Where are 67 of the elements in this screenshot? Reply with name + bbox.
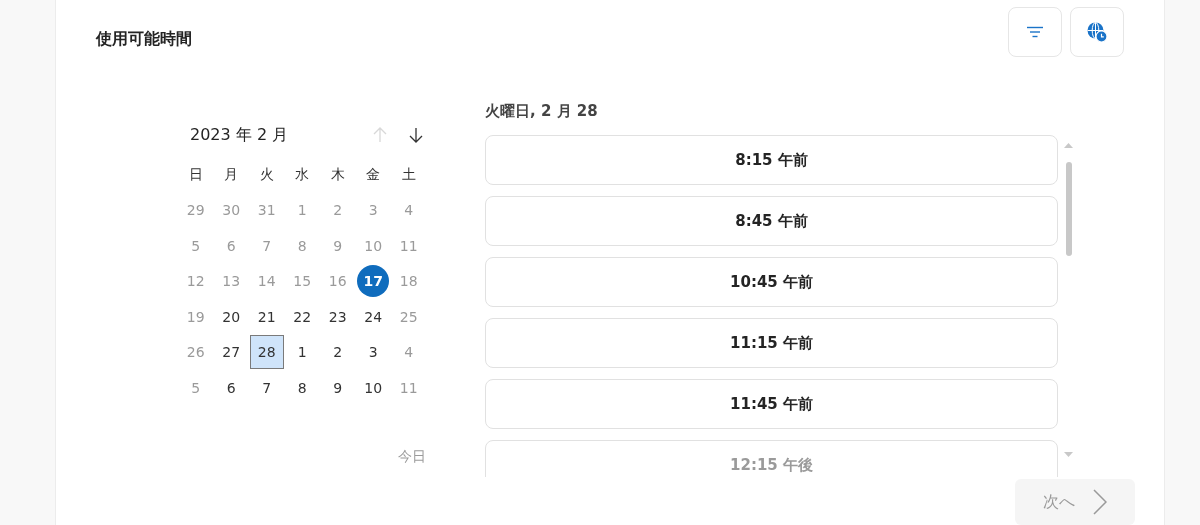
month-label: 2023 年 2 月: [190, 124, 289, 146]
time-slot-button[interactable]: 10:45 午前: [485, 257, 1058, 307]
calendar-day: 7: [249, 228, 284, 263]
calendar-day: 11: [391, 370, 426, 405]
calendar-day: 1: [285, 193, 320, 228]
calendar-day[interactable]: 27: [214, 335, 249, 370]
calendar-day: 4: [391, 335, 426, 370]
calendar-day: 8: [285, 228, 320, 263]
calendar-day[interactable]: 24: [356, 299, 391, 334]
calendar-day: 16: [320, 264, 355, 299]
calendar-day[interactable]: 23: [320, 299, 355, 334]
weekday-label: 水: [294, 164, 311, 184]
filter-icon: [1027, 26, 1043, 38]
calendar-day: 2: [320, 193, 355, 228]
globe-clock-icon: [1086, 21, 1108, 43]
calendar-day[interactable]: 2: [320, 335, 355, 370]
weekday-label: 木: [329, 164, 346, 184]
up-arrow-icon: [373, 127, 387, 143]
calendar-day: 14: [249, 264, 284, 299]
scrollbar-thumb[interactable]: [1065, 162, 1072, 256]
calendar-day: 18: [391, 264, 426, 299]
calendar-day: 30: [214, 193, 249, 228]
calendar-day: 12: [178, 264, 213, 299]
time-slot-button[interactable]: 8:45 午前: [485, 196, 1058, 246]
filter-button[interactable]: [1008, 7, 1062, 57]
time-slot-button[interactable]: 11:15 午前: [485, 318, 1058, 368]
calendar-day[interactable]: 10: [356, 370, 391, 405]
time-slot-button[interactable]: 8:15 午前: [485, 135, 1058, 185]
calendar-day[interactable]: 9: [320, 370, 355, 405]
calendar-day: 5: [178, 228, 213, 263]
weekday-label: 火: [258, 164, 275, 184]
weekday-label: 金: [365, 164, 382, 184]
calendar-day[interactable]: 20: [214, 299, 249, 334]
chevron-right-icon: [1093, 489, 1107, 515]
calendar-day[interactable]: 3: [356, 335, 391, 370]
calendar-day[interactable]: 22: [285, 299, 320, 334]
calendar-day[interactable]: 8: [285, 370, 320, 405]
calendar-day: 6: [214, 228, 249, 263]
calendar-day: 26: [178, 335, 213, 370]
timezone-button[interactable]: [1070, 7, 1124, 57]
calendar-day[interactable]: 7: [249, 370, 284, 405]
calendar-day: 29: [178, 193, 213, 228]
calendar-day[interactable]: 28: [249, 335, 284, 370]
calendar-day[interactable]: 21: [249, 299, 284, 334]
selected-date-heading: 火曜日, 2 月 28: [485, 102, 599, 122]
calendar-day: 4: [391, 193, 426, 228]
calendar-day: 9: [320, 228, 355, 263]
calendar-day: 3: [356, 193, 391, 228]
scroll-up-icon[interactable]: [1064, 143, 1073, 148]
calendar-day[interactable]: 1: [285, 335, 320, 370]
section-title: 使用可能時間: [96, 29, 192, 50]
calendar-day: 17: [357, 265, 390, 298]
calendar-day[interactable]: 6: [214, 370, 249, 405]
time-slot-button[interactable]: 11:45 午前: [485, 379, 1058, 429]
weekday-label: 月: [223, 164, 240, 184]
calendar-day: 25: [391, 299, 426, 334]
weekday-label: 日: [187, 164, 204, 184]
calendar-day: 15: [285, 264, 320, 299]
calendar-day: 11: [391, 228, 426, 263]
calendar-day: 5: [178, 370, 213, 405]
down-arrow-icon: [409, 127, 423, 143]
calendar-day: 13: [214, 264, 249, 299]
calendar-day: 31: [249, 193, 284, 228]
weekday-label: 土: [400, 164, 417, 184]
scroll-down-icon[interactable]: [1064, 452, 1073, 457]
calendar-day: 10: [356, 228, 391, 263]
calendar-day: 19: [178, 299, 213, 334]
